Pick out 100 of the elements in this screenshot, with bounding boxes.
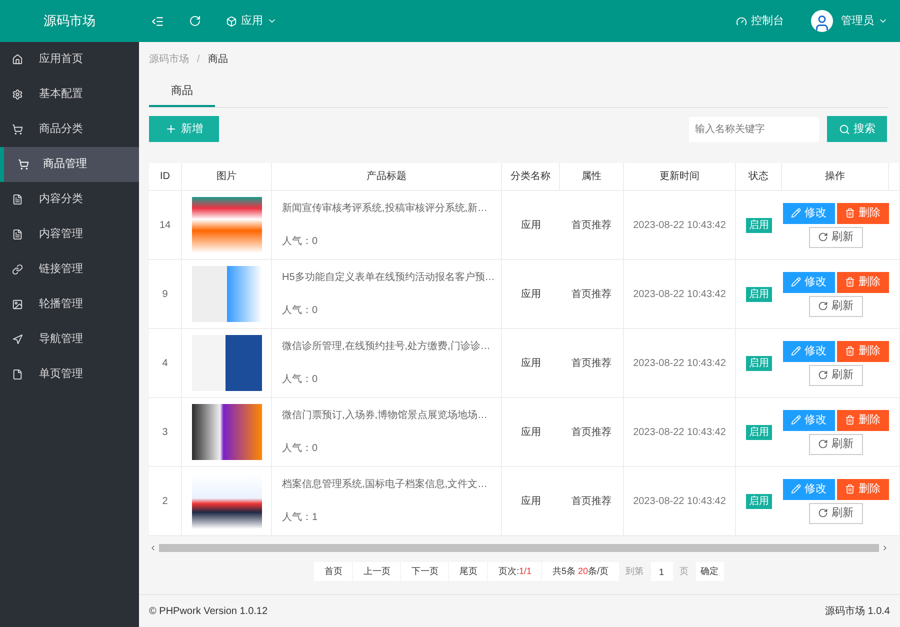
search-icon bbox=[838, 124, 850, 134]
popularity-text: 人气：1 bbox=[282, 511, 319, 525]
sidebar-item[interactable]: 轮播管理 bbox=[0, 287, 139, 322]
pencil-icon bbox=[790, 346, 800, 356]
version-text: 源码市场 1.0.4 bbox=[824, 604, 890, 618]
column-header: 更新时间 bbox=[624, 163, 736, 190]
table-cell-text: 4 bbox=[162, 356, 168, 370]
status-badge: 启用 bbox=[746, 286, 772, 302]
search-field[interactable]: 输入名称关键字 bbox=[689, 116, 819, 142]
table-cell-text: 2023-08-22 10:43:42 bbox=[633, 356, 726, 370]
page-button[interactable]: 首页 bbox=[314, 562, 352, 581]
table-cell-text: 应用 bbox=[521, 218, 541, 232]
table-cell-text: 3 bbox=[162, 426, 168, 440]
column-header: 状态 bbox=[736, 163, 782, 190]
column-header: 图片 bbox=[182, 163, 272, 190]
horizontal-scrollbar[interactable] bbox=[149, 542, 889, 554]
scrollbar-thumb[interactable] bbox=[159, 544, 879, 552]
trash-icon bbox=[844, 346, 854, 356]
confirm-button[interactable]: 确定 bbox=[696, 562, 724, 581]
status-badge: 启用 bbox=[746, 424, 772, 440]
trash-icon bbox=[844, 208, 854, 218]
column-header: 产品标题 bbox=[272, 163, 502, 190]
goto-label: 到第 bbox=[624, 564, 645, 578]
popularity-text: 人气：0 bbox=[282, 442, 319, 456]
table-cell-text: 2023-08-22 10:43:42 bbox=[633, 426, 726, 440]
page-indicator: 页次:1/1 bbox=[488, 562, 542, 581]
breadcrumb-separator: / bbox=[197, 53, 200, 67]
page-button[interactable]: 上一页 bbox=[353, 562, 400, 581]
trash-icon bbox=[844, 415, 854, 425]
home-icon bbox=[12, 54, 23, 65]
sidebar-item[interactable]: 链接管理 bbox=[0, 252, 139, 287]
page-button[interactable]: 尾页 bbox=[449, 562, 488, 581]
product-title[interactable]: 微信诊所管理,在线预约挂号,处方缴费,门诊诊… bbox=[282, 339, 501, 354]
table-cell-text: 2023-08-22 10:43:42 bbox=[633, 494, 726, 508]
document-icon bbox=[12, 194, 23, 205]
scroll-right-icon[interactable] bbox=[881, 544, 889, 552]
sidebar-item[interactable]: 商品管理 bbox=[0, 147, 139, 182]
sidebar-item[interactable]: 单页管理 bbox=[0, 357, 139, 392]
refresh-icon bbox=[818, 232, 828, 242]
breadcrumb-item: 商品 bbox=[208, 52, 228, 67]
sidebar-item[interactable]: 导航管理 bbox=[0, 322, 139, 357]
refresh-icon[interactable] bbox=[189, 15, 201, 27]
gear-icon bbox=[12, 89, 23, 100]
table-cell-text: 应用 bbox=[521, 426, 541, 440]
column-header: 操作 bbox=[782, 163, 889, 190]
menu-icon[interactable] bbox=[151, 14, 164, 28]
popularity-text: 人气：0 bbox=[282, 235, 319, 249]
table-cell-text: 应用 bbox=[521, 356, 541, 370]
product-title[interactable]: 档案信息管理系统,国标电子档案信息,文件文… bbox=[282, 477, 501, 492]
sidebar-item[interactable]: 应用首页 bbox=[0, 42, 139, 77]
image-icon bbox=[12, 299, 23, 310]
pencil-icon bbox=[790, 415, 800, 425]
refresh-icon bbox=[818, 301, 828, 311]
refresh-button[interactable]: 刷新 bbox=[808, 364, 862, 386]
cart-icon bbox=[18, 159, 29, 170]
refresh-icon bbox=[818, 370, 828, 380]
page-unit: 页 bbox=[678, 564, 690, 578]
product-title[interactable]: 微信门票预订,入场券,博物馆景点展览场地场… bbox=[282, 408, 501, 423]
sidebar-item[interactable]: 基本配置 bbox=[0, 77, 139, 112]
pencil-icon bbox=[790, 208, 800, 218]
page-input[interactable]: 1 bbox=[650, 562, 673, 581]
app-menu[interactable]: 应用 bbox=[226, 12, 277, 30]
column-header: ID bbox=[149, 163, 182, 190]
refresh-button[interactable]: 刷新 bbox=[808, 226, 862, 248]
photo-placeholder bbox=[192, 335, 262, 391]
sidebar-item[interactable]: 内容分类 bbox=[0, 182, 139, 217]
product-title[interactable]: H5多功能自定义表单在线预约活动报名客户预… bbox=[282, 270, 501, 285]
product-title[interactable]: 新闻宣传审核考评系统,投稿审核评分系统,新… bbox=[282, 201, 501, 216]
avatar[interactable] bbox=[811, 10, 833, 32]
table-cell-text: 2 bbox=[162, 494, 168, 508]
trash-icon bbox=[844, 277, 854, 287]
tab[interactable]: 商品 bbox=[149, 77, 215, 107]
refresh-button[interactable]: 刷新 bbox=[808, 296, 862, 316]
file-icon bbox=[12, 369, 23, 380]
photo-placeholder bbox=[192, 197, 262, 253]
table-cell-text: 首页推荐 bbox=[572, 356, 612, 370]
user-menu[interactable]: 管理员 bbox=[841, 12, 888, 30]
link-icon bbox=[12, 264, 23, 275]
column-header: 属性 bbox=[560, 163, 624, 190]
sidebar-item[interactable]: 内容管理 bbox=[0, 217, 139, 252]
photo-placeholder bbox=[192, 404, 262, 460]
refresh-button[interactable]: 刷新 bbox=[808, 434, 862, 454]
scroll-left-icon[interactable] bbox=[149, 544, 157, 552]
popularity-text: 人气：0 bbox=[282, 373, 319, 387]
status-badge: 启用 bbox=[746, 494, 772, 508]
navigation-icon bbox=[12, 334, 23, 345]
table-cell-text: 首页推荐 bbox=[572, 288, 612, 302]
refresh-icon bbox=[818, 508, 828, 518]
status-badge: 启用 bbox=[746, 218, 772, 232]
trash-icon bbox=[844, 484, 854, 494]
pencil-icon bbox=[790, 484, 800, 494]
table-cell-text: 首页推荐 bbox=[572, 494, 612, 508]
refresh-button[interactable]: 刷新 bbox=[808, 502, 862, 524]
plus-icon bbox=[165, 123, 177, 135]
console-link[interactable]: 控制台 bbox=[736, 12, 784, 30]
page-button[interactable]: 下一页 bbox=[401, 562, 448, 581]
column-header: 分类名称 bbox=[502, 163, 560, 190]
table-cell-text: 14 bbox=[159, 218, 171, 232]
sidebar-item[interactable]: 商品分类 bbox=[0, 112, 139, 147]
table-cell-text: 首页推荐 bbox=[572, 218, 612, 232]
